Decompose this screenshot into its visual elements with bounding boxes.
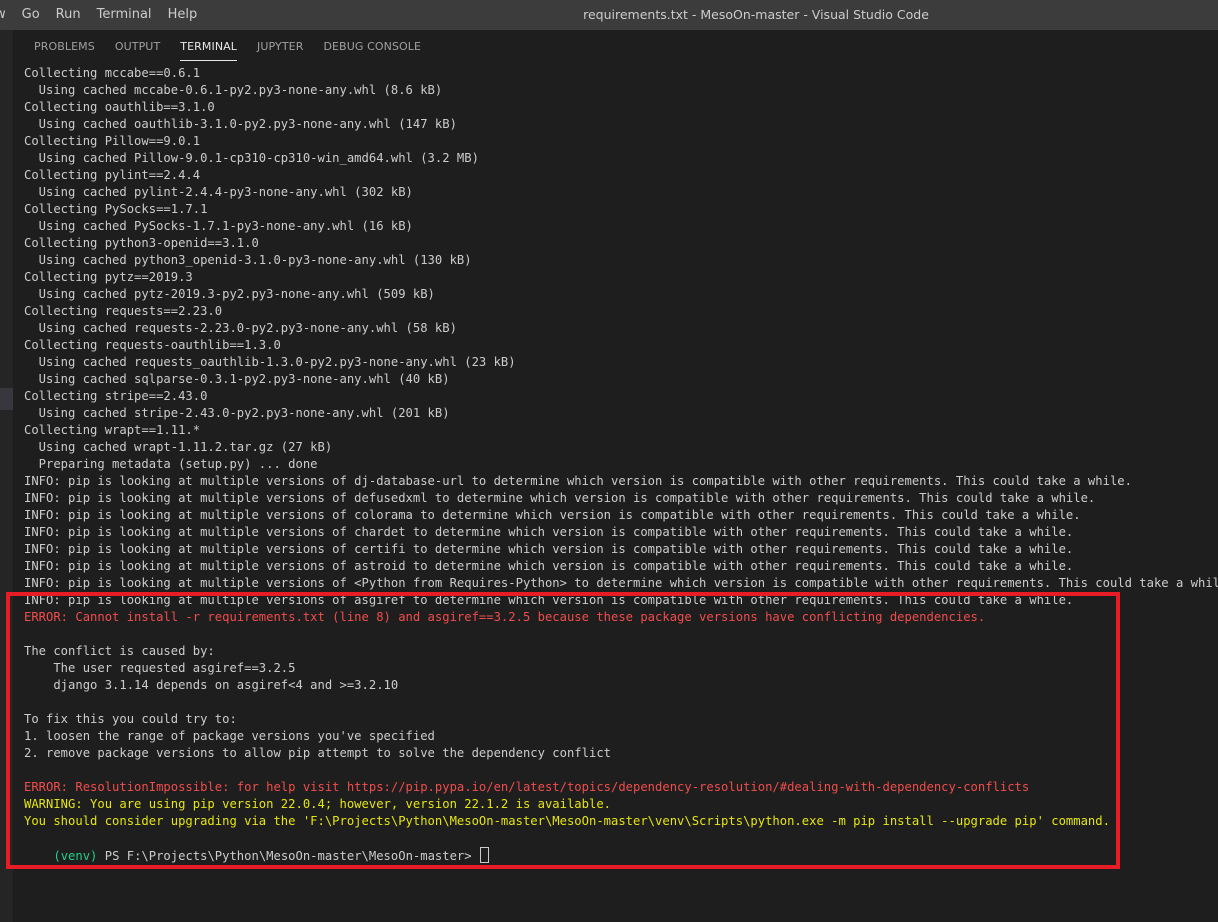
terminal-line: Using cached requests-2.23.0-py2.py3-non… [24, 321, 457, 335]
terminal-line: INFO: pip is looking at multiple version… [24, 542, 1074, 556]
terminal-error-line: ERROR: ResolutionImpossible: for help vi… [24, 780, 1030, 794]
terminal-line: Using cached mccabe-0.6.1-py2.py3-none-a… [24, 83, 443, 97]
terminal-line: Collecting mccabe==0.6.1 [24, 66, 201, 80]
terminal-line: Collecting pylint==2.4.4 [24, 168, 201, 182]
terminal-line: Using cached stripe-2.43.0-py2.py3-none-… [24, 406, 450, 420]
terminal-cursor [479, 847, 489, 863]
terminal-line: 2. remove package versions to allow pip … [24, 746, 611, 760]
sidebar-selected-item[interactable] [0, 388, 13, 410]
terminal-line: The user requested asgiref==3.2.5 [24, 661, 296, 675]
terminal-line: INFO: pip is looking at multiple version… [24, 593, 1074, 607]
venv-indicator: (venv) [53, 849, 98, 863]
terminal-line: 1. loosen the range of package versions … [24, 729, 435, 743]
terminal-line: Using cached python3_openid-3.1.0-py3-no… [24, 253, 472, 267]
terminal-line: Using cached requests_oauthlib-1.3.0-py2… [24, 355, 516, 369]
terminal-line: INFO: pip is looking at multiple version… [24, 508, 1081, 522]
title-bar: w Go Run Terminal Help requirements.txt … [0, 0, 1218, 30]
terminal-warning-line: You should consider upgrading via the 'F… [24, 814, 1110, 828]
terminal-line: Collecting python3-openid==3.1.0 [24, 236, 259, 250]
editor-sidebar-edge [0, 30, 13, 922]
tab-jupyter[interactable]: JUPYTER [257, 30, 303, 64]
terminal-line: INFO: pip is looking at multiple version… [24, 491, 1096, 505]
panel-tab-bar: PROBLEMS OUTPUT TERMINAL JUPYTER DEBUG C… [13, 30, 1218, 64]
terminal-line: Collecting stripe==2.43.0 [24, 389, 208, 403]
terminal-line: Using cached pytz-2019.3-py2.py3-none-an… [24, 287, 435, 301]
terminal-line: Using cached pylint-2.4.4-py3-none-any.w… [24, 185, 413, 199]
terminal-line: The conflict is caused by: [24, 644, 215, 658]
window-title: requirements.txt - MesoOn-master - Visua… [583, 7, 929, 22]
tab-problems[interactable]: PROBLEMS [34, 30, 95, 64]
terminal-prompt-line[interactable]: (venv) PS F:\Projects\Python\MesoOn-mast… [24, 830, 1218, 863]
terminal-line: Collecting pytz==2019.3 [24, 270, 193, 284]
terminal-line: Collecting requests==2.23.0 [24, 304, 223, 318]
terminal-line: INFO: pip is looking at multiple version… [24, 576, 1218, 590]
tab-terminal[interactable]: TERMINAL [180, 30, 237, 64]
tab-output[interactable]: OUTPUT [115, 30, 160, 64]
terminal-line: Collecting wrapt==1.11.* [24, 423, 201, 437]
terminal-line: Collecting oauthlib==3.1.0 [24, 100, 215, 114]
terminal-line: INFO: pip is looking at multiple version… [24, 474, 1132, 488]
terminal-line: Using cached sqlparse-0.3.1-py2.py3-none… [24, 372, 450, 386]
prompt-text: PS F:\Projects\Python\MesoOn-master\Meso… [97, 849, 479, 863]
terminal-line: Collecting PySocks==1.7.1 [24, 202, 208, 216]
terminal-line: Collecting Pillow==9.0.1 [24, 134, 201, 148]
terminal-line: INFO: pip is looking at multiple version… [24, 559, 1074, 573]
terminal-warning-line: WARNING: You are using pip version 22.0.… [24, 797, 611, 811]
terminal-line: Using cached PySocks-1.7.1-py3-none-any.… [24, 219, 413, 233]
terminal-line: Collecting requests-oauthlib==1.3.0 [24, 338, 281, 352]
terminal-output[interactable]: Collecting mccabe==0.6.1 Using cached mc… [24, 65, 1218, 863]
terminal-line: Using cached wrapt-1.11.2.tar.gz (27 kB) [24, 440, 333, 454]
terminal-line: django 3.1.14 depends on asgiref<4 and >… [24, 678, 399, 692]
terminal-line: Preparing metadata (setup.py) ... done [24, 457, 318, 471]
terminal-line: Using cached Pillow-9.0.1-cp310-cp310-wi… [24, 151, 479, 165]
terminal-line: To fix this you could try to: [24, 712, 237, 726]
terminal-line: INFO: pip is looking at multiple version… [24, 525, 1074, 539]
tab-debug-console[interactable]: DEBUG CONSOLE [323, 30, 421, 64]
terminal-error-line: ERROR: Cannot install -r requirements.tx… [24, 610, 986, 624]
terminal-line: Using cached oauthlib-3.1.0-py2.py3-none… [24, 117, 457, 131]
